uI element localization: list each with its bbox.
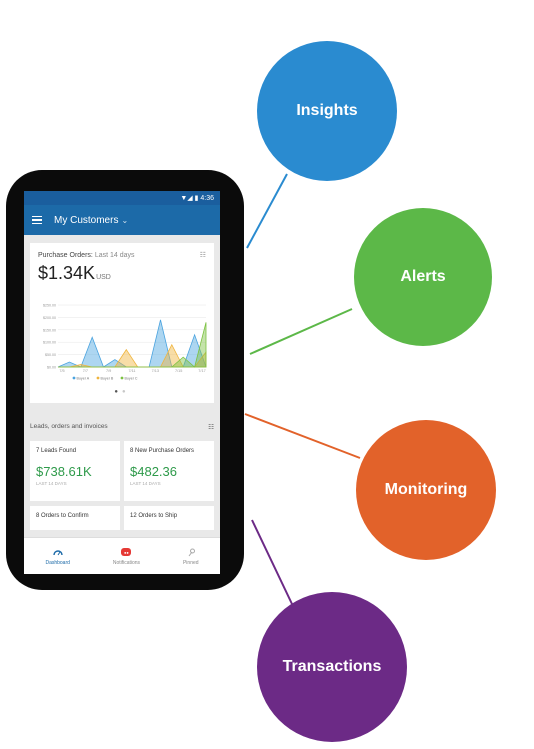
legend-swatch bbox=[120, 376, 124, 380]
notification-badge: ●● bbox=[121, 548, 132, 556]
status-bar: ▼◢ ▮ 4:36 bbox=[24, 191, 220, 205]
x-tick-label: 7/9 bbox=[106, 369, 111, 373]
x-tick-label: 7/15 bbox=[175, 369, 182, 373]
legend-label: Buyer B bbox=[101, 376, 114, 380]
tile-title: 7 Leads Found bbox=[36, 448, 77, 454]
hamburger-icon[interactable] bbox=[32, 215, 42, 225]
transactions-label: Transactions bbox=[282, 658, 382, 675]
filter-icon[interactable]: ☷ bbox=[200, 251, 206, 259]
x-tick-label: 7/13 bbox=[152, 369, 159, 373]
purchase-orders-title: Purchase Orders: Last 14 days bbox=[38, 251, 135, 259]
monitoring-connector bbox=[244, 413, 361, 459]
pager-dots: ●● bbox=[114, 389, 130, 395]
x-tick-label: 7/11 bbox=[128, 369, 135, 373]
purchase-orders-amount: $1.34KUSD bbox=[38, 263, 111, 283]
alerts-circle: Alerts bbox=[354, 208, 492, 346]
section-header: Leads, orders and invoices ☷ bbox=[30, 423, 214, 431]
tile-subtitle: LAST 14 DAYS bbox=[130, 481, 161, 486]
chevron-down-icon[interactable]: ⌄ bbox=[121, 216, 128, 225]
y-tick-label: $0.00 bbox=[47, 366, 56, 370]
x-tick-label: 7/5 bbox=[59, 369, 64, 373]
orders-to-ship-tile[interactable]: 12 Orders to Ship bbox=[124, 506, 214, 530]
alerts-connector bbox=[249, 308, 353, 355]
y-tick-label: $50.00 bbox=[45, 353, 56, 357]
x-tick-label: 7/7 bbox=[83, 369, 88, 373]
tile-value: $482.36 bbox=[130, 464, 177, 479]
status-time: 4:36 bbox=[200, 194, 214, 202]
tile-subtitle: LAST 14 DAYS bbox=[36, 481, 67, 486]
legend-label: Buyer C bbox=[125, 376, 138, 380]
nav-label: Notifications bbox=[112, 559, 141, 566]
section-label: Leads, orders and invoices bbox=[30, 423, 108, 430]
orders-to-confirm-tile[interactable]: 8 Orders to Confirm bbox=[30, 506, 120, 530]
insights-label: Insights bbox=[296, 102, 358, 119]
purchase-orders-chart: $0.00 $50.00 $100.00 $150.00 $200.00 $250.00 7… bbox=[43, 304, 207, 380]
purchase-orders-tile[interactable]: 8 New Purchase Orders $482.36 LAST 14 DA… bbox=[124, 441, 214, 501]
nav-notifications[interactable]: ●● Notifications bbox=[113, 547, 140, 566]
app-title[interactable]: My Customers bbox=[54, 215, 118, 226]
transactions-connector bbox=[251, 519, 293, 605]
nav-label: Dashboard bbox=[45, 559, 70, 566]
leads-tile[interactable]: 7 Leads Found $738.61K LAST 14 DAYS bbox=[30, 441, 120, 501]
signal-icon: ▼◢ ▮ bbox=[180, 195, 199, 202]
purchase-orders-card[interactable]: Purchase Orders: Last 14 days ☷ $1.34KUS… bbox=[30, 243, 214, 403]
y-tick-label: $200.00 bbox=[43, 316, 56, 320]
monitoring-label: Monitoring bbox=[384, 481, 468, 498]
legend-label: Buyer A bbox=[77, 376, 90, 380]
legend-swatch bbox=[96, 376, 100, 380]
tile-title: 8 Orders to Confirm bbox=[36, 513, 89, 519]
insights-circle: Insights bbox=[257, 41, 397, 181]
insights-connector bbox=[246, 173, 288, 249]
bell-icon: ●● bbox=[121, 547, 132, 558]
x-tick-label: 7/17 bbox=[198, 369, 205, 373]
tile-value: $738.61K bbox=[36, 464, 92, 479]
tile-title: 12 Orders to Ship bbox=[130, 513, 178, 519]
bottom-navigation: Dashboard ●● Notifications Pinned bbox=[24, 537, 220, 574]
currency-label: USD bbox=[96, 274, 111, 281]
nav-dashboard[interactable]: Dashboard bbox=[45, 547, 70, 566]
monitoring-circle: Monitoring bbox=[356, 420, 496, 560]
y-tick-label: $250.00 bbox=[43, 304, 56, 308]
alerts-label: Alerts bbox=[400, 268, 446, 285]
pin-icon bbox=[187, 547, 195, 558]
tile-title: 8 New Purchase Orders bbox=[130, 448, 195, 454]
legend-swatch bbox=[72, 376, 76, 380]
gauge-icon bbox=[52, 547, 63, 558]
filter-icon[interactable]: ☷ bbox=[208, 423, 214, 431]
nav-pinned[interactable]: Pinned bbox=[183, 547, 199, 566]
phone-screen: ▼◢ ▮ 4:36 My Customers ⌄ Purchase Orders… bbox=[24, 191, 220, 574]
nav-label: Pinned bbox=[182, 559, 199, 566]
y-tick-label: $150.00 bbox=[43, 328, 56, 332]
y-tick-label: $100.00 bbox=[43, 341, 56, 345]
transactions-circle: Transactions bbox=[257, 592, 407, 742]
app-bar: My Customers ⌄ bbox=[24, 205, 220, 235]
